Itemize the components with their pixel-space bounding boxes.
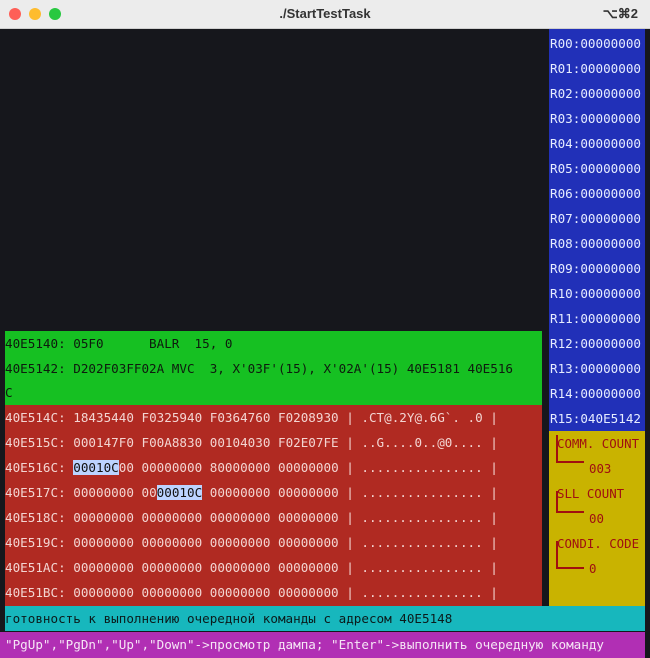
condition-code-value: 0 [589,561,597,576]
register-row: R10:00000000 [550,286,641,301]
dump-bytes: 000147F0 F00A8830 00104030 F02E07FE [73,435,339,450]
register-row: R07:00000000 [550,211,641,226]
condition-code-label: CONDI. CODE [557,536,640,551]
register-row: R01:00000000 [550,61,641,76]
dump-bytes: 00000000 00000000 00000000 00000000 [73,560,339,575]
dump-address: 40E515C: [5,435,66,450]
dump-ascii: | ................ | [338,560,498,575]
register-row: R02:00000000 [550,86,641,101]
dump-bytes: 18435440 F0325940 F0364760 F0208930 [73,410,339,425]
dump-ascii: | ................ | [338,510,498,525]
dump-ascii: | ................ | [338,585,498,600]
dump-row: 40E518C: 00000000 00000000 00000000 0000… [5,506,542,530]
register-row: R15:040E5142 [550,411,641,426]
dump-address: 40E51BC: [5,585,66,600]
dump-address: 40E517C: [5,485,66,500]
dump-bytes-tail: 00000000 00000000 [202,485,339,500]
dump-address: 40E514C: [5,410,66,425]
comm-count-label: COMM. COUNT [557,436,640,451]
sll-count-label: SLL COUNT [557,486,625,501]
window-shortcut: ⌥⌘2 [602,6,638,21]
dump-address: 40E516C: [5,460,66,475]
dump-ascii: | ................ | [338,485,498,500]
dump-bytes: 00000000 00000000 00000000 00000000 [73,535,339,550]
title-bar: ./StartTestTask ⌥⌘2 [0,0,650,29]
register-row: R05:00000000 [550,161,641,176]
dump-ascii: | ................ | [338,460,498,475]
dump-row: 40E516C: 00010C00 00000000 80000000 0000… [5,456,542,480]
terminal-content[interactable]: 40E5140: 05F0 BALR 15, 0 40E5142: D202F0… [0,29,650,658]
disasm-line: C [5,385,13,400]
disasm-line: 40E5142: D202F03FF02A MVC 3, X'03F'(15),… [5,361,513,376]
dump-highlight: 00010C [156,485,203,500]
dump-ascii: | ................ | [338,535,498,550]
dump-address: 40E519C: [5,535,66,550]
register-row: R11:00000000 [550,311,641,326]
register-row: R03:00000000 [550,111,641,126]
dump-bytes: 00000000 00000000 00000000 00000000 [73,585,339,600]
register-row: R04:00000000 [550,136,641,151]
dump-ascii: | .CT@.2Y@.6G`. .0 | [338,410,498,425]
dump-row: 40E519C: 00000000 00000000 00000000 0000… [5,531,542,555]
dump-row: 40E515C: 000147F0 F00A8830 00104030 F02E… [5,431,542,455]
disasm-line: 40E5140: 05F0 BALR 15, 0 [5,336,233,351]
comm-count-value: 003 [589,461,612,476]
register-row: R09:00000000 [550,261,641,276]
terminal-window: ./StartTestTask ⌥⌘2 40E5140: 05F0 BALR 1… [0,0,650,658]
dump-bytes: 00 00000000 80000000 00000000 [118,460,339,475]
register-row: R06:00000000 [550,186,641,201]
counter-bracket [556,511,584,513]
dump-address: 40E51AC: [5,560,66,575]
window-title: ./StartTestTask [279,6,371,21]
dump-row: 40E51AC: 00000000 00000000 00000000 0000… [5,556,542,580]
counter-bracket [556,567,584,569]
dump-bytes: 00000000 00000000 00000000 00000000 [73,510,339,525]
register-row: R14:00000000 [550,386,641,401]
counter-bracket [556,461,584,463]
status-line: готовность к выполнению очередной команд… [5,606,645,631]
dump-row: 40E514C: 18435440 F0325940 F0364760 F020… [5,406,542,430]
register-row: R08:00000000 [550,236,641,251]
dump-bytes: 00000000 00 [73,485,157,500]
register-row: R12:00000000 [550,336,641,351]
dump-address: 40E518C: [5,510,66,525]
register-row: R13:00000000 [550,361,641,376]
dump-ascii: | ..G....0..@0.... | [338,435,498,450]
dump-row: 40E517C: 00000000 0000010C 00000000 0000… [5,481,542,505]
dump-row: 40E51BC: 00000000 00000000 00000000 0000… [5,581,542,605]
sll-count-value: 00 [589,511,604,526]
dump-highlight: 00010C [73,460,119,475]
register-row: R00:00000000 [550,36,641,51]
key-hint-bar: "PgUp","PgDn","Up","Down"->просмотр дамп… [0,632,645,658]
